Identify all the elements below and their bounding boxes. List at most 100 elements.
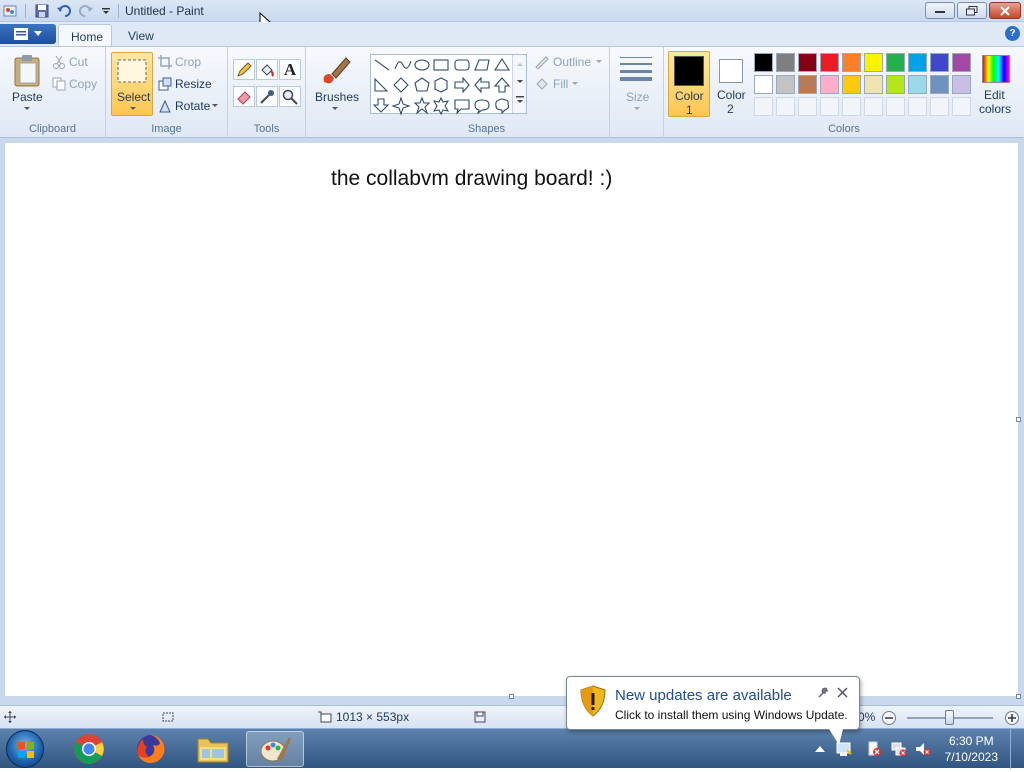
zoom-slider-thumb[interactable] xyxy=(945,710,954,725)
palette-swatch[interactable] xyxy=(776,53,795,72)
paint-menu-button[interactable] xyxy=(0,24,56,44)
custom-color-slot[interactable] xyxy=(820,97,839,116)
palette-swatch[interactable] xyxy=(908,53,927,72)
color2-button[interactable]: Color 2 xyxy=(712,51,752,117)
palette-swatch[interactable] xyxy=(820,53,839,72)
palette-swatch[interactable] xyxy=(908,75,927,94)
brushes-button[interactable] xyxy=(316,53,354,89)
custom-color-slot[interactable] xyxy=(952,97,971,116)
paste-button[interactable] xyxy=(10,53,44,89)
rotate-dropdown-icon[interactable] xyxy=(212,104,218,108)
size-button[interactable]: Size xyxy=(626,90,649,104)
custom-color-slot[interactable] xyxy=(776,97,795,116)
undo-icon[interactable] xyxy=(56,3,72,19)
palette-swatch[interactable] xyxy=(754,53,773,72)
outline-dropdown-icon[interactable] xyxy=(596,60,602,64)
size-dropdown-icon[interactable] xyxy=(634,107,640,111)
customize-toolbar-icon[interactable] xyxy=(98,3,114,19)
palette-swatch[interactable] xyxy=(886,53,905,72)
close-button[interactable] xyxy=(989,2,1021,19)
copy-button[interactable]: Copy xyxy=(69,77,97,91)
file-size-icon xyxy=(474,711,486,723)
tab-home[interactable]: Home xyxy=(58,24,112,46)
zoom-in-icon[interactable] xyxy=(1004,710,1020,726)
palette-swatch[interactable] xyxy=(754,75,773,94)
paste-dropdown-icon[interactable] xyxy=(24,107,30,111)
volume-icon[interactable] xyxy=(915,741,931,757)
cut-button[interactable]: Cut xyxy=(69,55,88,69)
drawing-canvas[interactable]: the collabvm drawing board! :) xyxy=(5,143,1018,696)
palette-swatch[interactable] xyxy=(864,53,883,72)
taskbar-explorer[interactable] xyxy=(186,731,240,767)
wrench-icon[interactable] xyxy=(817,687,829,699)
palette-swatch[interactable] xyxy=(952,53,971,72)
palette-swatch[interactable] xyxy=(952,75,971,94)
canvas-resize-handle-right[interactable] xyxy=(1016,417,1021,422)
palette-swatch[interactable] xyxy=(864,75,883,94)
fill-dropdown-icon[interactable] xyxy=(572,82,578,86)
tab-view[interactable]: View xyxy=(116,24,166,46)
palette-swatch[interactable] xyxy=(886,75,905,94)
show-desktop-button[interactable] xyxy=(1010,729,1024,769)
rotate-button[interactable]: Rotate xyxy=(175,99,210,113)
minimize-button[interactable] xyxy=(925,2,955,19)
redo-icon[interactable] xyxy=(78,3,94,19)
network-icon[interactable] xyxy=(891,741,907,757)
show-hidden-icons-icon[interactable] xyxy=(815,745,825,753)
canvas-resize-handle-corner[interactable] xyxy=(1016,694,1021,699)
outline-button[interactable]: Outline xyxy=(553,55,591,69)
palette-swatch[interactable] xyxy=(930,75,949,94)
custom-color-slot[interactable] xyxy=(798,97,817,116)
zoom-out-icon[interactable] xyxy=(881,710,897,726)
crop-button[interactable]: Crop xyxy=(175,55,201,69)
color1-button[interactable]: Color 1 xyxy=(668,51,710,117)
custom-color-slot[interactable] xyxy=(930,97,949,116)
palette-swatch[interactable] xyxy=(820,75,839,94)
paint-icon xyxy=(260,737,291,762)
zoom-level: 0% xyxy=(858,710,876,724)
select-button[interactable]: Select xyxy=(111,52,153,116)
shapes-gallery-icons[interactable] xyxy=(371,55,511,115)
palette-swatch[interactable] xyxy=(776,75,795,94)
edit-colors-button[interactable]: Edit colors xyxy=(976,51,1020,117)
custom-color-slot[interactable] xyxy=(754,97,773,116)
action-center-icon[interactable] xyxy=(866,741,882,757)
color-picker-tool[interactable] xyxy=(256,86,278,107)
brushes-label[interactable]: Brushes xyxy=(315,90,359,104)
eraser-tool[interactable] xyxy=(233,86,255,107)
notification-title: New updates are available xyxy=(615,687,792,704)
paste-label[interactable]: Paste xyxy=(12,90,43,104)
palette-swatch[interactable] xyxy=(798,53,817,72)
custom-color-slot[interactable] xyxy=(864,97,883,116)
fill-tool[interactable] xyxy=(256,59,278,80)
brushes-dropdown-icon[interactable] xyxy=(332,107,338,111)
taskbar: 6:30 PM 7/10/2023 xyxy=(0,728,1024,769)
custom-color-slot[interactable] xyxy=(908,97,927,116)
text-icon: A xyxy=(283,59,297,79)
text-tool[interactable]: A xyxy=(279,59,301,80)
notification-close-icon[interactable] xyxy=(837,687,848,698)
start-button[interactable] xyxy=(6,730,44,768)
paint-app-icon[interactable] xyxy=(2,3,18,19)
palette-swatch[interactable] xyxy=(842,53,861,72)
magnifier-tool[interactable] xyxy=(279,86,301,107)
taskbar-clock[interactable]: 6:30 PM 7/10/2023 xyxy=(945,733,998,765)
palette-swatch[interactable] xyxy=(930,53,949,72)
palette-swatch[interactable] xyxy=(842,75,861,94)
restore-button[interactable] xyxy=(957,2,987,19)
pencil-tool[interactable] xyxy=(233,59,255,80)
fill-button[interactable]: Fill xyxy=(553,77,568,91)
custom-color-slot[interactable] xyxy=(886,97,905,116)
resize-button[interactable]: Resize xyxy=(175,77,212,91)
canvas-resize-handle-bottom[interactable] xyxy=(509,694,514,699)
palette-swatch[interactable] xyxy=(798,75,817,94)
update-notification-balloon[interactable]: New updates are available Click to insta… xyxy=(566,676,860,745)
help-icon[interactable]: ? xyxy=(1005,26,1020,41)
custom-color-slot[interactable] xyxy=(842,97,861,116)
shapes-scrollbar[interactable] xyxy=(512,55,526,113)
outline-icon xyxy=(535,56,549,69)
save-icon[interactable] xyxy=(34,3,50,19)
taskbar-chrome[interactable] xyxy=(62,731,116,767)
taskbar-firefox[interactable] xyxy=(124,731,178,767)
taskbar-paint[interactable] xyxy=(246,731,304,767)
